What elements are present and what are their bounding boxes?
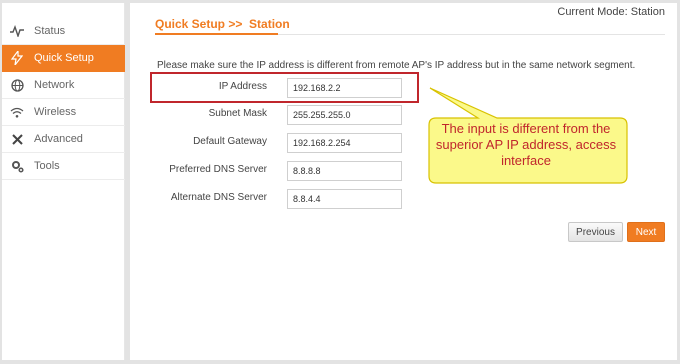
annotation-callout [428, 87, 628, 184]
annotation-text: The input is different from the superior… [435, 121, 617, 168]
